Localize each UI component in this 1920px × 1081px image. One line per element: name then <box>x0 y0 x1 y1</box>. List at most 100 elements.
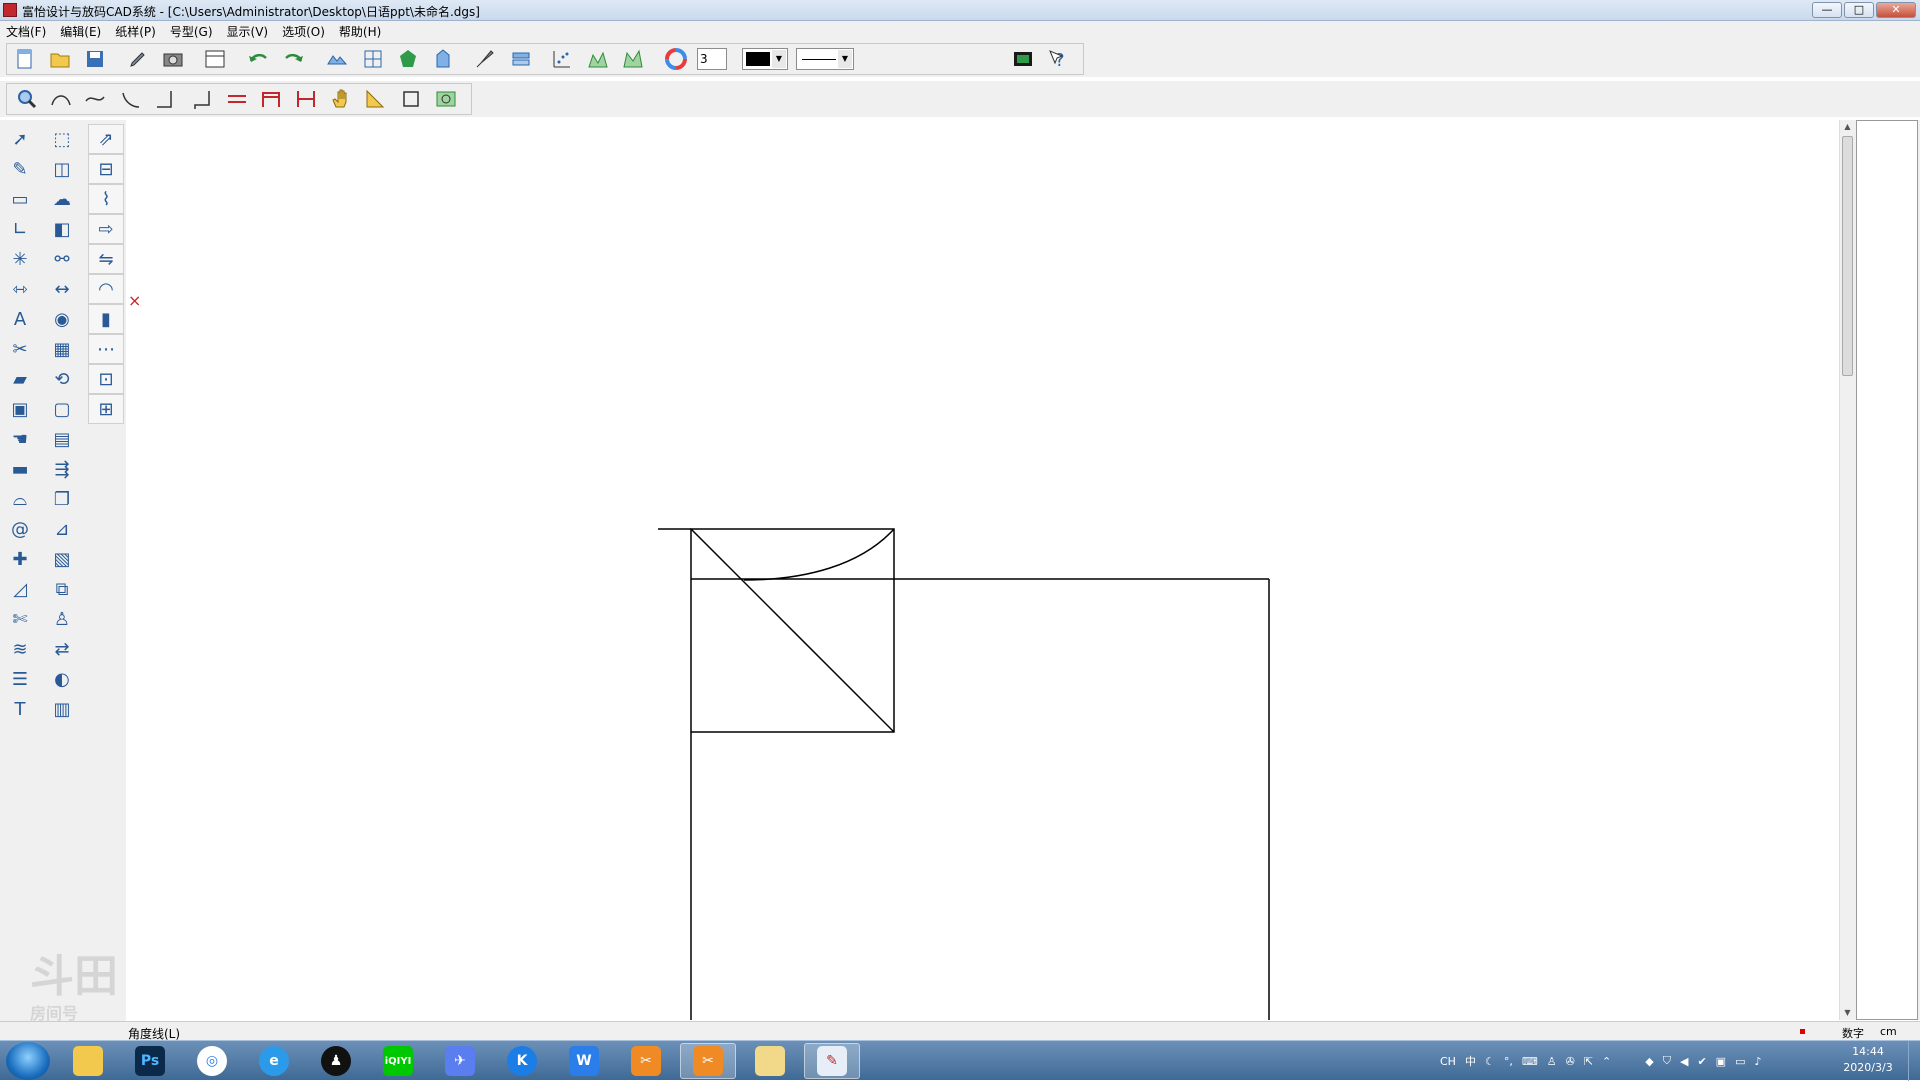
redo-icon[interactable] <box>279 45 309 73</box>
explorer-icon[interactable] <box>60 1043 116 1079</box>
box-icon[interactable]: ▧ <box>44 544 80 574</box>
drawing-canvas[interactable]: × <box>126 120 1839 1020</box>
select-arrow-icon[interactable]: ➚ <box>2 124 38 154</box>
pattern-flip-icon[interactable]: ⇋ <box>88 244 124 274</box>
show-desktop-button[interactable] <box>1908 1041 1920 1081</box>
zoom-icon[interactable] <box>12 85 42 113</box>
fuyi-cad-active-icon[interactable]: ✎ <box>804 1043 860 1079</box>
frame-icon[interactable]: ▢ <box>44 394 80 424</box>
network-icon[interactable]: ▭ <box>1735 1055 1745 1068</box>
antivirus-icon[interactable]: ✔ <box>1697 1055 1706 1068</box>
label-icon[interactable]: ⊡ <box>88 364 124 394</box>
kugou-icon[interactable]: K <box>494 1043 550 1079</box>
nvidia-icon[interactable]: ▣ <box>1716 1055 1726 1068</box>
keyboard-icon[interactable]: ⌨ <box>1522 1055 1538 1068</box>
speaker-icon[interactable]: ◀ <box>1680 1055 1688 1068</box>
ruler-tool-icon[interactable]: ⇿ <box>2 274 38 304</box>
minimize-button[interactable]: — <box>1812 2 1842 18</box>
undo-icon[interactable] <box>243 45 273 73</box>
text-t-icon[interactable]: T <box>2 694 38 724</box>
point-tool-icon[interactable]: ✳ <box>2 244 38 274</box>
ie-browser-icon[interactable]: e <box>246 1043 302 1079</box>
text-a-icon[interactable]: A <box>2 304 38 334</box>
node-select-icon[interactable]: ⬚ <box>44 124 80 154</box>
hatch-icon[interactable]: ▦ <box>44 334 80 364</box>
flip-icon[interactable]: ⇄ <box>44 634 80 664</box>
sleeve-icon[interactable]: ◧ <box>44 214 80 244</box>
wps-icon[interactable]: W <box>556 1043 612 1079</box>
line-color-select[interactable]: ▼ <box>742 48 788 70</box>
parallel-line-icon[interactable] <box>222 85 252 113</box>
piece-group-icon[interactable]: ⧉ <box>44 574 80 604</box>
cloud-icon[interactable]: ☁ <box>44 184 80 214</box>
ime-indicator[interactable]: 中 <box>1465 1053 1476 1069</box>
new-file-icon[interactable] <box>10 45 40 73</box>
transfer-icon[interactable]: ⇶ <box>44 454 80 484</box>
menu-help[interactable]: 帮助(H) <box>339 23 381 40</box>
size-list[interactable] <box>1856 120 1918 1020</box>
maximize-button[interactable]: □ <box>1844 2 1874 18</box>
feishu-icon[interactable]: ✈ <box>432 1043 488 1079</box>
curve-tool-icon[interactable] <box>46 85 76 113</box>
adjust-curve-icon[interactable] <box>80 85 110 113</box>
mirror-icon[interactable]: ◐ <box>44 664 80 694</box>
punctuation-icon[interactable]: °, <box>1504 1055 1513 1068</box>
curve-line[interactable] <box>743 528 895 581</box>
figure-icon[interactable]: ♙ <box>44 604 80 634</box>
hand-pan-icon[interactable] <box>326 85 356 113</box>
pattern-export-icon[interactable]: ⇗ <box>88 124 124 154</box>
user-icon[interactable]: ♙ <box>1547 1055 1557 1068</box>
scissors-icon[interactable]: ✂ <box>2 334 38 364</box>
scale-icon[interactable]: ▥ <box>44 694 80 724</box>
scroll-up-icon[interactable]: ▲ <box>1840 120 1855 134</box>
garment-tool-icon[interactable] <box>431 85 461 113</box>
expand-tray-icon[interactable]: ⌃ <box>1602 1055 1611 1068</box>
pattern-list-icon[interactable] <box>322 45 352 73</box>
menu-options[interactable]: 选项(O) <box>282 23 325 40</box>
security-icon[interactable]: ◆ <box>1645 1055 1653 1068</box>
layout-icon[interactable]: ▤ <box>44 424 80 454</box>
line-width-input[interactable]: 3 <box>697 48 727 70</box>
baidu-netdisk-icon[interactable]: ◎ <box>184 1043 240 1079</box>
dotted-line-icon[interactable]: ⋯ <box>88 334 124 364</box>
photoshop-icon[interactable]: Ps <box>122 1043 178 1079</box>
link-icon[interactable]: ⚯ <box>44 244 80 274</box>
help-icon[interactable]: ? <box>1044 45 1074 73</box>
menu-size[interactable]: 号型(G) <box>170 23 213 40</box>
menu-file[interactable]: 文档(F) <box>6 23 46 40</box>
fuyi-cad-icon-2[interactable]: ✂ <box>680 1043 736 1079</box>
list-icon[interactable]: ☰ <box>2 664 38 694</box>
seam-icon[interactable]: ≋ <box>2 634 38 664</box>
measure-icon[interactable] <box>291 85 321 113</box>
close-button[interactable]: ✕ <box>1876 2 1916 18</box>
save-icon[interactable] <box>80 45 110 73</box>
shape-icon[interactable] <box>393 45 423 73</box>
arch-tool-icon[interactable] <box>256 85 286 113</box>
notch-icon[interactable]: ⊿ <box>44 514 80 544</box>
open-folder-icon[interactable] <box>45 45 75 73</box>
pattern-cut-icon[interactable]: ⊟ <box>88 154 124 184</box>
qq-icon[interactable]: ♟ <box>308 1043 364 1079</box>
arc-tool-icon[interactable] <box>116 85 146 113</box>
add-icon[interactable]: ✚ <box>2 544 38 574</box>
hand-icon[interactable]: ☚ <box>2 424 38 454</box>
start-button[interactable] <box>6 1042 50 1080</box>
grid-icon[interactable] <box>358 45 388 73</box>
eraser-icon[interactable]: ▰ <box>2 364 38 394</box>
menu-edit[interactable]: 编辑(E) <box>60 23 101 40</box>
layers-icon[interactable] <box>506 45 536 73</box>
pattern-piece-icon[interactable] <box>428 45 458 73</box>
clock[interactable]: 14:44 2020/3/3 <box>1832 1044 1904 1076</box>
plotter-icon[interactable] <box>200 45 230 73</box>
film-icon[interactable] <box>1008 45 1038 73</box>
menu-pattern[interactable]: 纸样(P) <box>115 23 156 40</box>
bar-chart-icon[interactable]: ▮ <box>88 304 124 334</box>
grading-table-icon[interactable] <box>618 45 648 73</box>
pattern-move-icon[interactable]: ⇨ <box>88 214 124 244</box>
spiral-icon[interactable]: @ <box>2 514 38 544</box>
wrench-icon[interactable]: ✇ <box>1566 1055 1575 1068</box>
line-style-select[interactable]: ▼ <box>796 48 854 70</box>
color-wheel-icon[interactable] <box>661 45 691 73</box>
camera-icon[interactable] <box>158 45 188 73</box>
brush-icon[interactable] <box>470 45 500 73</box>
